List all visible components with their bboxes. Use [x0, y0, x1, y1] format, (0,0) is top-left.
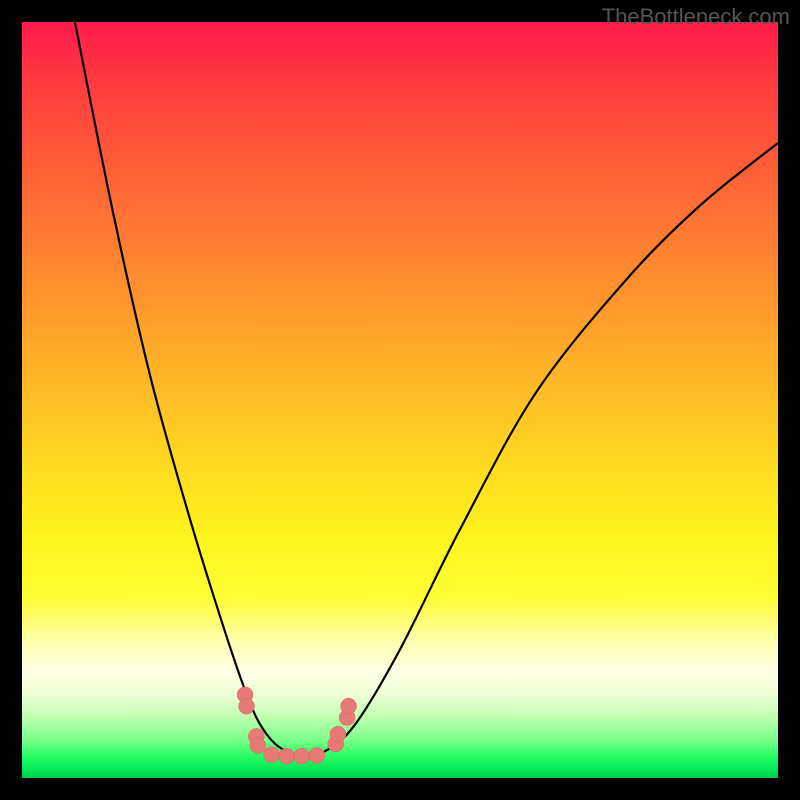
right-branch-line [302, 143, 778, 755]
basin-marker [239, 698, 255, 714]
basin-markers [237, 687, 357, 764]
basin-marker [330, 726, 346, 742]
basin-marker [309, 747, 325, 763]
basin-marker [294, 748, 310, 764]
basin-marker [341, 698, 357, 714]
basin-marker [263, 747, 279, 763]
basin-marker [250, 737, 266, 753]
watermark-text: TheBottleneck.com [602, 4, 790, 30]
left-branch-line [75, 22, 302, 755]
chart-plot-area [22, 22, 778, 778]
basin-marker [279, 748, 295, 764]
chart-svg [22, 22, 778, 778]
